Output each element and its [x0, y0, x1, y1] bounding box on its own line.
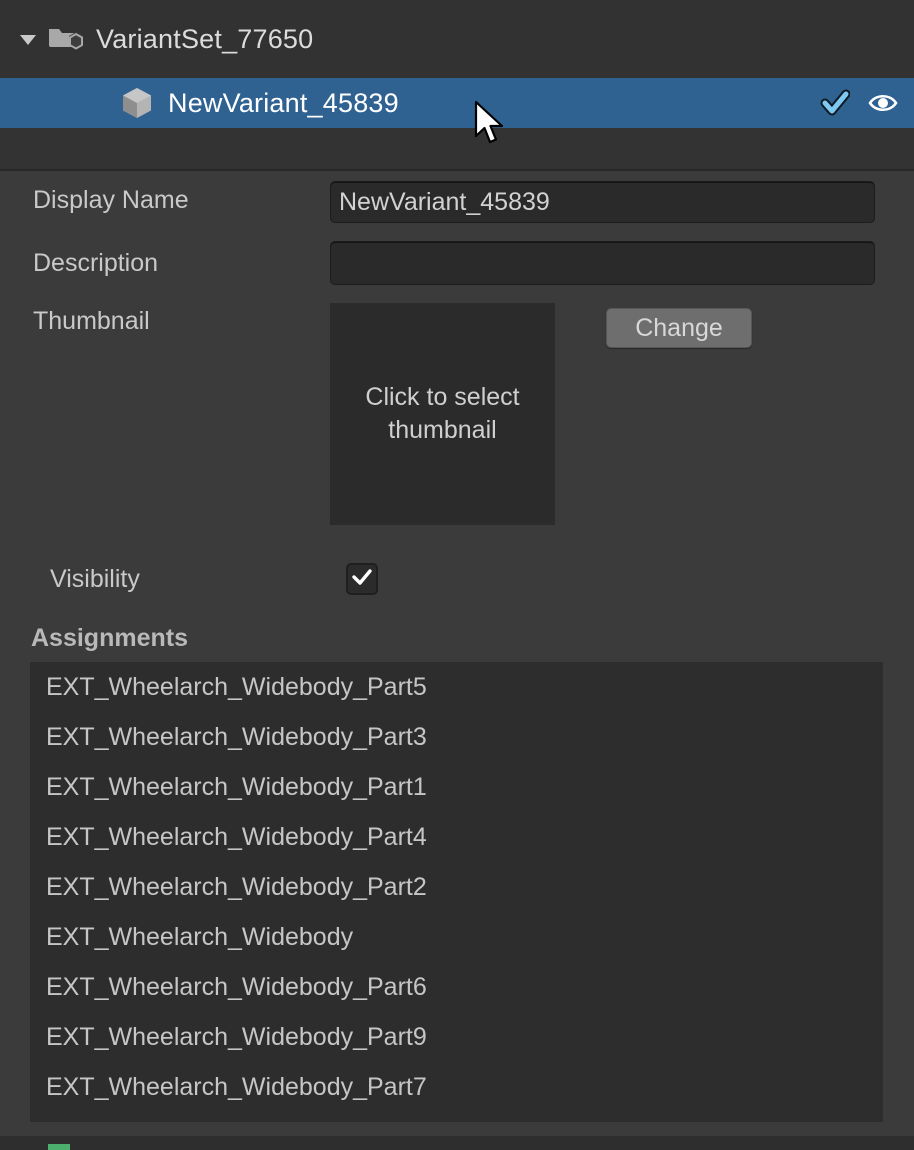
list-item[interactable]: EXT_Wheelarch_Widebody_Part2 [30, 862, 883, 912]
tree-row-variant[interactable]: NewVariant_45839 [0, 78, 914, 128]
chevron-down-icon[interactable] [14, 25, 42, 53]
list-item[interactable]: EXT_Wheelarch_Widebody_Part1 [30, 762, 883, 812]
thumbnail-dropzone[interactable]: Click to select thumbnail [330, 303, 555, 525]
list-item[interactable]: EXT_Wheelarch_Widebody_Part4 [30, 812, 883, 862]
list-item[interactable]: EXT_Wheelarch_Widebody_Part9 [30, 1012, 883, 1062]
variant-details-panel: Display Name NewVariant_45839 Descriptio… [0, 171, 914, 1150]
cube-icon [120, 86, 154, 120]
visibility-checkbox[interactable] [346, 563, 378, 595]
assignments-list[interactable]: EXT_Wheelarch_Widebody_Part5 EXT_Wheelar… [30, 662, 883, 1122]
description-input[interactable] [330, 241, 875, 285]
list-item[interactable]: EXT_Wheelarch_Widebody_Part7 [30, 1062, 883, 1112]
list-item[interactable]: EXT_Wheelarch_Widebody_Part6 [30, 962, 883, 1012]
bottom-status-strip [0, 1136, 914, 1150]
display-name-input[interactable]: NewVariant_45839 [330, 181, 875, 223]
eye-icon[interactable] [868, 88, 898, 118]
active-tab-indicator[interactable] [48, 1144, 70, 1150]
check-icon [351, 566, 373, 593]
display-name-label: Display Name [33, 186, 189, 214]
variant-row-actions [820, 78, 898, 128]
outliner-empty-band [0, 128, 914, 169]
assignments-title: Assignments [31, 624, 188, 652]
variant-outliner: VariantSet_77650 NewVariant_45839 [0, 0, 914, 128]
variant-set-name: VariantSet_77650 [96, 23, 314, 54]
list-item[interactable]: EXT_Wheelarch_Widebody_Part5 [30, 662, 883, 712]
change-thumbnail-button[interactable]: Change [606, 308, 752, 348]
variant-name: NewVariant_45839 [168, 87, 399, 118]
variant-manager-panel: VariantSet_77650 NewVariant_45839 Displa… [0, 0, 914, 1150]
tree-row-variant-set[interactable]: VariantSet_77650 [0, 0, 914, 78]
check-icon[interactable] [820, 88, 850, 118]
description-label: Description [33, 249, 159, 277]
list-item[interactable]: EXT_Wheelarch_Widebody [30, 912, 883, 962]
visibility-label: Visibility [50, 565, 140, 593]
thumbnail-label: Thumbnail [33, 307, 150, 335]
folder-cube-icon [44, 22, 86, 56]
list-item[interactable]: EXT_Wheelarch_Widebody_Part3 [30, 712, 883, 762]
